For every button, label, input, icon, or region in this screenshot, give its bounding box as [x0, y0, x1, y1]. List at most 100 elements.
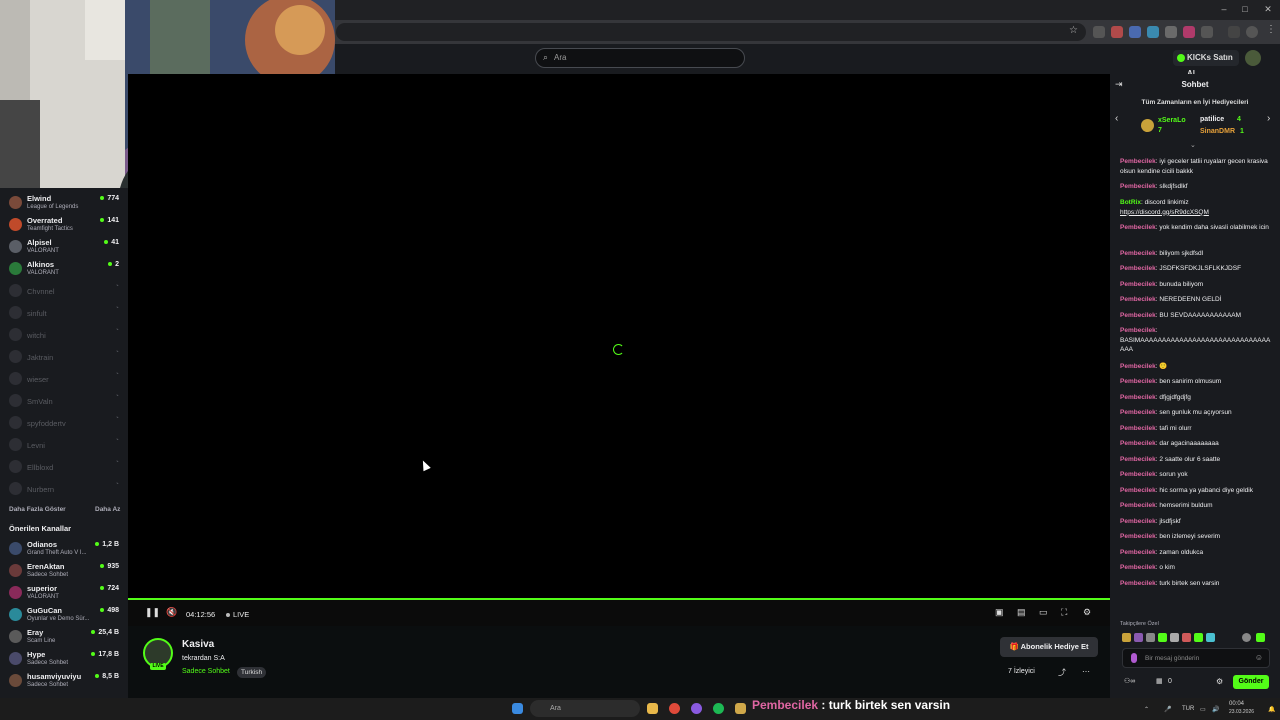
network-icon[interactable]: ▭ [1200, 706, 1206, 713]
chat-users-icon[interactable]: ⚇∞ [1124, 677, 1135, 685]
sidebar-channel[interactable]: Elwind League of Legends 774 [0, 193, 128, 215]
chat-username[interactable]: Pembecilek [1120, 224, 1156, 231]
minimize-button[interactable]: – [1218, 3, 1230, 15]
sidebar-channel[interactable]: wieser ◔ [0, 369, 128, 391]
pause-icon[interactable]: ❚❚ [145, 607, 160, 618]
mute-icon[interactable]: 🔇 [166, 607, 177, 618]
chat-link[interactable]: https://discord.gg/sR9dcXSQM [1120, 209, 1209, 216]
chat-username[interactable]: Pembecilek [1120, 183, 1156, 190]
sidebar-channel[interactable]: Chvnnel ◔ [0, 281, 128, 303]
chat-username[interactable]: Pembecilek [1120, 518, 1156, 525]
chat-username[interactable]: Pembecilek [1120, 296, 1156, 303]
app-icon[interactable] [735, 703, 746, 714]
account-avatar-icon[interactable] [1246, 26, 1258, 38]
sidebar-channel[interactable]: superior VALORANT 724 [0, 583, 128, 605]
extension-icon[interactable] [1183, 26, 1195, 38]
sidebar-channel[interactable]: Odianos Grand Theft Auto V I... 1,2 B [0, 539, 128, 561]
sidebar-channel[interactable]: Overrated Teamfight Tactics 141 [0, 215, 128, 237]
taskbar-search[interactable]: Ara [530, 700, 640, 717]
chat-username[interactable]: Pembecilek [1120, 456, 1156, 463]
sidebar-channel[interactable]: husamviyuviyu Sadece Sohbet 8,5 B [0, 671, 128, 693]
spotify-icon[interactable] [713, 703, 724, 714]
keyboard-language[interactable]: TUR [1182, 706, 1194, 712]
share-icon[interactable]: ⤴ [1058, 667, 1066, 678]
chevron-right-icon[interactable]: › [1267, 113, 1270, 124]
chrome-icon[interactable] [669, 703, 680, 714]
extension-icon[interactable] [1129, 26, 1141, 38]
expand-gifters-icon[interactable]: ⌄ [1190, 141, 1196, 149]
volume-icon[interactable]: 🔊 [1212, 706, 1219, 713]
sidebar-channel[interactable]: Ellbloxd ◔ [0, 457, 128, 479]
chat-username[interactable]: Pembecilek [1120, 394, 1156, 401]
browser-menu-icon[interactable]: ⋮ [1266, 24, 1276, 35]
notification-icon[interactable]: 🔔 [1268, 706, 1275, 713]
chat-username[interactable]: Pembecilek [1120, 533, 1156, 540]
extension-icon[interactable] [1111, 26, 1123, 38]
close-window-button[interactable]: ✕ [1262, 3, 1274, 15]
settings-gear-icon[interactable]: ⚙ [1083, 607, 1091, 618]
show-more-link[interactable]: Daha Fazla Göster [9, 506, 66, 513]
chat-username[interactable]: Pembecilek [1120, 158, 1156, 165]
maximize-button[interactable]: □ [1239, 3, 1251, 15]
clip-icon[interactable]: ▤ [1017, 607, 1026, 618]
sidebar-channel[interactable]: Hype Sadece Sohbet 17,8 B [0, 649, 128, 671]
sidebar-channel[interactable]: witchi ◔ [0, 325, 128, 347]
chat-username[interactable]: BotRix [1120, 199, 1141, 206]
send-button[interactable]: Gönder [1233, 675, 1269, 689]
sidebar-channel[interactable]: Alpisel VALORANT 41 [0, 237, 128, 259]
stream-category[interactable]: Sadece Sohbet [182, 668, 230, 675]
sidebar-channel[interactable]: sinfult ◔ [0, 303, 128, 325]
sidebar-channel[interactable]: Jaktrain ◔ [0, 347, 128, 369]
sidebar-channel[interactable]: Levni ◔ [0, 435, 128, 457]
chevron-left-icon[interactable]: ‹ [1115, 113, 1118, 124]
sidebar-channel[interactable]: Alkinos VALORANT 2 [0, 259, 128, 281]
extensions-puzzle-icon[interactable] [1201, 26, 1213, 38]
chat-username[interactable]: Pembecilek [1120, 487, 1156, 494]
chat-username[interactable]: Pembecilek [1120, 425, 1156, 432]
gifter-name[interactable]: patilice [1200, 116, 1224, 123]
microphone-icon[interactable]: 🎤 [1164, 706, 1171, 713]
chat-username[interactable]: Pembecilek [1120, 378, 1156, 385]
chat-username[interactable]: Pembecilek [1120, 363, 1156, 370]
chat-username[interactable]: Pembecilek [1120, 549, 1156, 556]
clock-time[interactable]: 00:04 [1229, 701, 1244, 707]
gifter-name[interactable]: SinanDMR [1200, 128, 1235, 135]
start-windows-icon[interactable] [512, 703, 523, 714]
emote-icons[interactable] [1120, 632, 1270, 644]
file-explorer-icon[interactable] [647, 703, 658, 714]
extension-icon[interactable] [1147, 26, 1159, 38]
picture-in-picture-icon[interactable]: ▣ [995, 607, 1004, 618]
sidebar-channel[interactable]: Eray Scam Line 25,4 B [0, 627, 128, 649]
gift-subscription-button[interactable]: 🎁 Abonelik Hediye Et [1000, 637, 1098, 657]
chat-username[interactable]: Pembecilek [1120, 327, 1156, 334]
clock-date[interactable]: 23.03.2026 [1229, 709, 1254, 715]
show-less-link[interactable]: Daha Az [95, 506, 120, 513]
extension-icon[interactable] [1165, 26, 1177, 38]
sidebar-channel[interactable]: SmValn ◔ [0, 391, 128, 413]
streamer-name[interactable]: Kasiva [182, 639, 214, 650]
address-bar[interactable] [336, 23, 1086, 41]
discord-icon[interactable] [691, 703, 702, 714]
video-player[interactable] [128, 74, 1110, 598]
buy-kicks-button[interactable]: KICKs Satın Al [1173, 50, 1239, 78]
chat-message-input[interactable]: Bir mesaj gönderin ☺ [1122, 648, 1270, 668]
chat-username[interactable]: Pembecilek [1120, 471, 1156, 478]
tray-chevron-icon[interactable]: ⌃ [1144, 706, 1149, 713]
theater-mode-icon[interactable]: ▭ [1039, 607, 1048, 618]
chat-settings-icon[interactable]: ⚙ [1216, 677, 1223, 686]
sidebar-channel[interactable]: spyfoddertv ◔ [0, 413, 128, 435]
search-input[interactable]: ⌕ Ara [535, 48, 745, 68]
gifter-name[interactable]: xSeraLo [1158, 117, 1186, 124]
chat-username[interactable]: Pembecilek [1120, 409, 1156, 416]
chat-username[interactable]: Pembecilek [1120, 440, 1156, 447]
chat-username[interactable]: Pembecilek [1120, 250, 1156, 257]
chat-username[interactable]: Pembecilek [1120, 564, 1156, 571]
sidebar-channel[interactable]: Nurbern ◔ [0, 479, 128, 501]
sidebar-channel[interactable]: ErenAktan Sadece Sohbet 935 [0, 561, 128, 583]
sidebar-channel[interactable]: GuGuCan Oyunlar ve Demo Sür... 498 [0, 605, 128, 627]
extension-icon[interactable] [1093, 26, 1105, 38]
user-avatar[interactable] [1245, 50, 1261, 66]
fullscreen-icon[interactable]: ⛶ [1061, 607, 1067, 618]
chat-username[interactable]: Pembecilek [1120, 312, 1156, 319]
chat-username[interactable]: Pembecilek [1120, 580, 1156, 587]
